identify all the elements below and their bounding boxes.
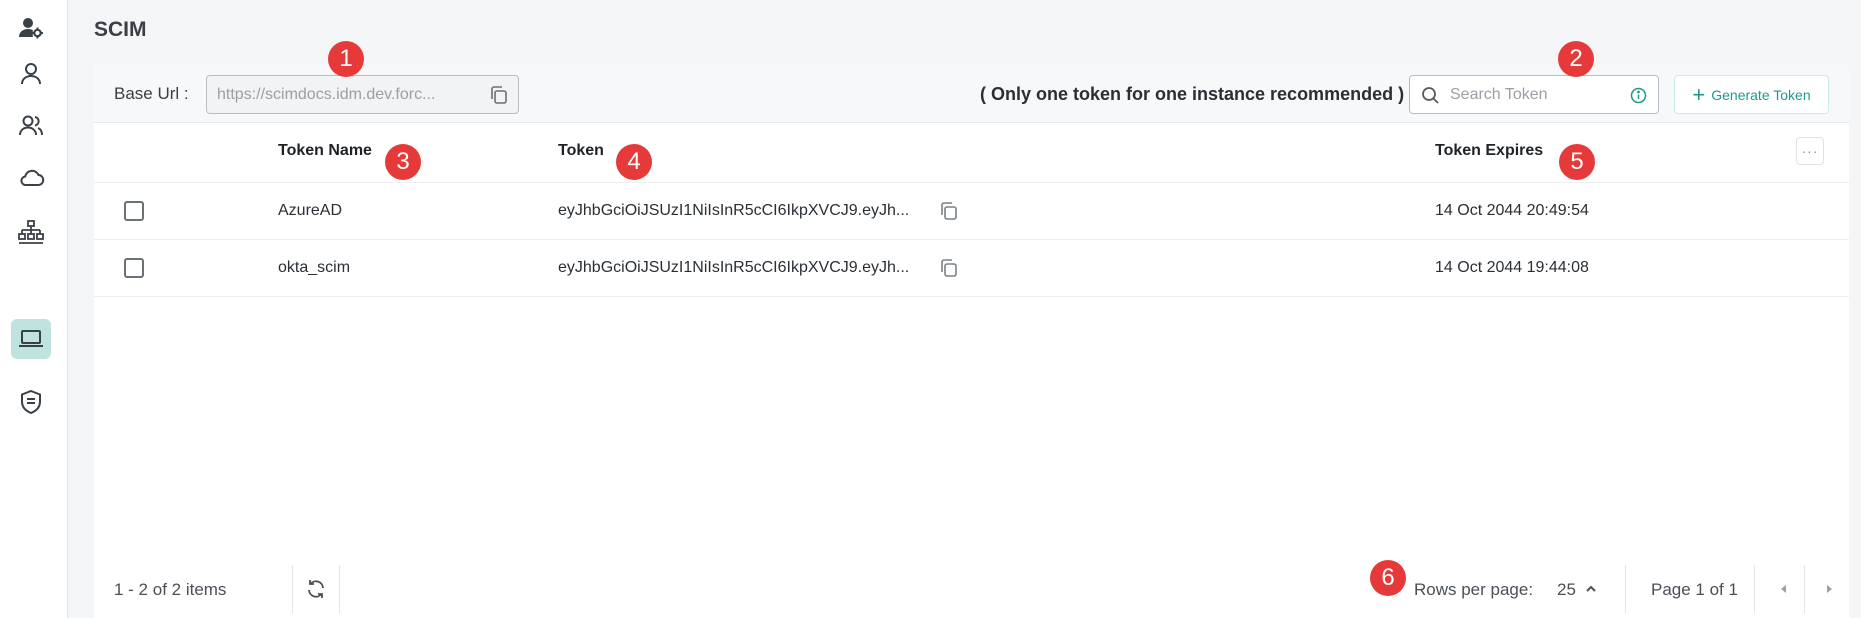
sidebar-item-hierarchy[interactable] [11, 212, 51, 252]
divider [339, 565, 340, 613]
token-value-cell: eyJhbGciOiJSUzI1NiIsInR5cCI6IkpXVCJ9.eyJ… [558, 202, 910, 219]
token-recommendation-note: ( Only one token for one instance recomm… [980, 84, 1405, 104]
divider [1625, 565, 1626, 613]
divider [1754, 565, 1755, 613]
hierarchy-icon [18, 220, 44, 244]
search-box[interactable] [1409, 75, 1659, 114]
generate-token-label: Generate Token [1711, 86, 1811, 103]
laptop-icon [19, 330, 43, 347]
sidebar-item-user[interactable] [11, 54, 51, 94]
generate-token-button[interactable]: + Generate Token [1674, 75, 1829, 114]
callout-marker: 5 [1559, 144, 1595, 180]
token-expires-cell: 14 Oct 2044 20:49:54 [1435, 202, 1589, 219]
base-url-input[interactable] [217, 84, 467, 106]
callout-marker: 1 [328, 41, 364, 77]
search-icon [1422, 87, 1439, 104]
page-title: SCIM [94, 18, 147, 41]
item-count: 1 - 2 of 2 items [114, 580, 227, 599]
prev-page-icon[interactable] [1777, 582, 1791, 596]
page-info: Page 1 of 1 [1651, 580, 1738, 599]
base-url-field[interactable] [206, 75, 519, 114]
sidebar-item-devices[interactable] [11, 319, 51, 359]
token-name-cell: okta_scim [278, 259, 351, 276]
callout-marker: 4 [616, 144, 652, 180]
callout-marker: 2 [1558, 41, 1594, 77]
rows-per-page-select[interactable]: 25 [1557, 580, 1576, 600]
copy-icon[interactable] [938, 257, 960, 279]
divider [292, 565, 293, 613]
rows-per-page-label: Rows per page: [1414, 580, 1534, 599]
sidebar-item-user-settings[interactable] [11, 8, 51, 48]
plus-icon: + [1692, 81, 1706, 107]
search-input[interactable] [1450, 84, 1620, 106]
column-header-token-expires[interactable]: Token Expires [1435, 142, 1543, 160]
column-header-token[interactable]: Token [558, 142, 604, 160]
table-row[interactable]: AzureAD eyJhbGciOiJSUzI1NiIsInR5cCI6IkpX… [94, 183, 1849, 240]
row-checkbox[interactable] [124, 258, 144, 278]
sidebar-item-users[interactable] [11, 106, 51, 146]
base-url-label: Base Url : [114, 84, 189, 103]
sidebar-item-security[interactable] [11, 382, 51, 422]
token-name-cell: AzureAD [278, 202, 343, 219]
copy-icon[interactable] [938, 200, 960, 222]
divider [1804, 565, 1805, 613]
sidebar [0, 0, 68, 618]
column-header-token-name[interactable]: Token Name [278, 142, 372, 160]
copy-icon[interactable] [488, 84, 510, 106]
info-icon[interactable] [1630, 87, 1647, 104]
token-value-cell: eyJhbGciOiJSUzI1NiIsInR5cCI6IkpXVCJ9.eyJ… [558, 259, 910, 276]
token-expires-cell: 14 Oct 2044 19:44:08 [1435, 259, 1589, 276]
row-checkbox[interactable] [124, 201, 144, 221]
table-row[interactable]: okta_scim eyJhbGciOiJSUzI1NiIsInR5cCI6Ik… [94, 240, 1849, 297]
users-icon [19, 115, 43, 136]
chevron-up-icon[interactable] [1584, 582, 1598, 596]
shield-icon [21, 389, 41, 415]
next-page-icon[interactable] [1822, 582, 1836, 596]
sidebar-item-cloud[interactable] [11, 158, 51, 198]
callout-marker: 3 [385, 144, 421, 180]
callout-marker: 6 [1370, 560, 1406, 596]
cloud-icon [20, 169, 45, 186]
table-footer: 1 - 2 of 2 items Rows per page: 25 Page … [94, 560, 1849, 618]
refresh-icon[interactable] [304, 577, 328, 601]
user-icon [21, 63, 41, 85]
more-options-button[interactable]: ··· [1796, 137, 1824, 165]
user-gear-icon [19, 18, 43, 39]
